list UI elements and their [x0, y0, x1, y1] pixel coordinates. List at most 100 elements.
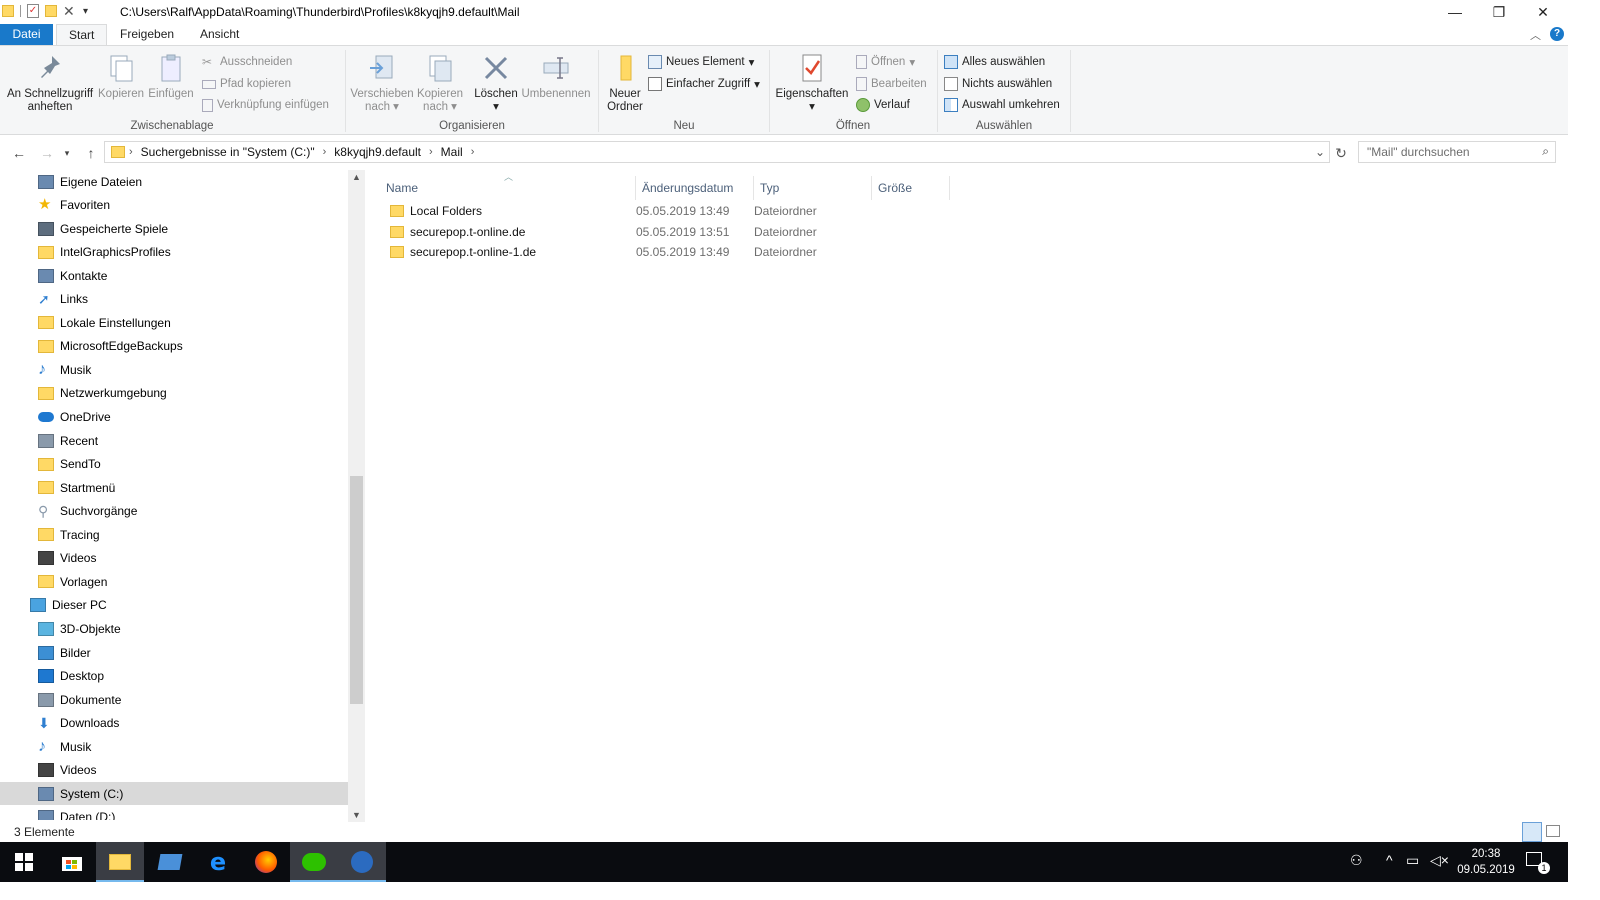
firefox-icon[interactable] — [242, 842, 290, 882]
sidebar-item[interactable]: Recent — [0, 429, 348, 452]
sidebar-item[interactable]: ⬇ Downloads — [0, 712, 348, 735]
sidebar-item[interactable]: Vorlagen — [0, 570, 348, 593]
select-all-button[interactable]: Alles auswählen — [944, 52, 1045, 72]
paste-shortcut-button[interactable]: Verknüpfung einfügen — [202, 95, 329, 115]
sidebar-item[interactable]: MicrosoftEdgeBackups — [0, 335, 348, 358]
search-input[interactable]: "Mail" durchsuchen ⌕ — [1358, 141, 1556, 163]
sidebar-item[interactable]: Dieser PC — [0, 594, 348, 617]
column-header-type[interactable]: Typ — [754, 176, 872, 200]
up-arrow-icon[interactable]: ↑ — [80, 143, 102, 163]
new-folder-icon[interactable] — [45, 5, 57, 17]
recent-locations-chevron-icon[interactable]: ▾ — [60, 143, 74, 163]
restore-button[interactable]: ❐ — [1476, 0, 1522, 24]
sidebar-item[interactable]: Videos — [0, 759, 348, 782]
delete-button[interactable]: Löschen ▾ — [472, 52, 520, 114]
sidebar-item[interactable]: Dokumente — [0, 688, 348, 711]
minimize-button[interactable]: — — [1432, 0, 1478, 24]
sidebar-item[interactable]: Netzwerkumgebung — [0, 382, 348, 405]
pin-quick-access-button[interactable]: An Schnellzugriff anheften — [4, 52, 96, 114]
edge-browser-icon[interactable]: e — [194, 842, 242, 882]
sidebar-item[interactable]: Videos — [0, 547, 348, 570]
sidebar-item[interactable]: ➚ Links — [0, 288, 348, 311]
invert-selection-button[interactable]: Auswahl umkehren — [944, 95, 1060, 115]
new-folder-button[interactable]: Neuer Ordner — [602, 52, 648, 114]
back-arrow-icon[interactable]: ← — [8, 143, 30, 163]
table-row[interactable]: securepop.t-online-1.de 05.05.2019 13:49 D… — [384, 242, 872, 262]
table-row[interactable]: securepop.t-online.de 05.05.2019 13:51 Dat… — [384, 222, 872, 242]
history-button[interactable]: Verlauf — [856, 95, 910, 115]
breadcrumb-profile[interactable]: k8kyqjh9.default — [334, 145, 421, 159]
edit-button[interactable]: Bearbeiten — [856, 74, 927, 94]
address-bar[interactable]: › Suchergebnisse in "System (C:)" › k8ky… — [104, 141, 1330, 163]
scroll-up-icon[interactable]: ▲ — [352, 172, 361, 182]
sidebar-item[interactable]: Bilder — [0, 641, 348, 664]
thunderbird-icon[interactable] — [338, 842, 386, 882]
sidebar-item[interactable]: OneDrive — [0, 406, 348, 429]
chevron-right-icon[interactable]: › — [471, 146, 475, 158]
table-row[interactable]: Local Folders 05.05.2019 13:49 Dateiordner — [384, 201, 872, 221]
address-dropdown-icon[interactable]: ⌄ — [1315, 145, 1325, 159]
forward-arrow-icon[interactable]: → — [36, 143, 58, 163]
paste-button[interactable]: Einfügen — [148, 52, 194, 101]
select-none-button[interactable]: Nichts auswählen — [944, 74, 1052, 94]
sidebar-item[interactable]: Desktop — [0, 665, 348, 688]
sidebar-item[interactable]: ♪ Musik — [0, 358, 348, 381]
properties-button[interactable]: Eigenschaften ▾ — [774, 52, 850, 114]
sidebar-item[interactable]: Gespeicherte Spiele — [0, 217, 348, 240]
navigation-pane[interactable]: Eigene Dateien ★ Favoriten Gespeicherte Spi… — [0, 170, 348, 820]
delete-x-icon[interactable]: ✕ — [63, 4, 77, 18]
cut-button[interactable]: ✂ Ausschneiden — [202, 52, 292, 72]
battery-power-icon[interactable]: ▭ — [1406, 852, 1419, 869]
sidebar-item[interactable]: ★ Favoriten — [0, 194, 348, 217]
sidebar-item[interactable]: ♪ Musik — [0, 735, 348, 758]
sidebar-item[interactable]: 3D-Objekte — [0, 617, 348, 640]
remote-desktop-icon[interactable] — [146, 842, 194, 882]
sidebar-item[interactable]: IntelGraphicsProfiles — [0, 241, 348, 264]
column-header-name[interactable]: Name — [380, 176, 636, 200]
show-hidden-icons-chevron-icon[interactable]: ^ — [1386, 852, 1393, 868]
sidebar-item[interactable]: Tracing — [0, 523, 348, 546]
collapse-ribbon-icon[interactable]: ︿ — [1530, 27, 1541, 43]
sidebar-item[interactable]: Daten (D:) — [0, 806, 348, 820]
sidebar-item[interactable]: Startmenü — [0, 476, 348, 499]
people-icon[interactable]: ⚇ — [1350, 852, 1363, 869]
chevron-right-icon[interactable]: › — [429, 146, 433, 158]
column-header-date[interactable]: Änderungsdatum — [636, 176, 754, 200]
new-item-button[interactable]: Neues Element ▾ — [648, 52, 754, 72]
scroll-down-icon[interactable]: ▼ — [352, 810, 361, 820]
large-icons-view-icon[interactable] — [1546, 825, 1560, 837]
breadcrumb-search-results[interactable]: Suchergebnisse in "System (C:)" — [141, 145, 315, 159]
breadcrumb-mail[interactable]: Mail — [441, 145, 463, 159]
copy-button[interactable]: Kopieren — [98, 52, 144, 101]
refresh-icon[interactable]: ↻ — [1330, 143, 1352, 163]
tab-start[interactable]: Start — [56, 24, 108, 46]
column-header-size[interactable]: Größe — [872, 176, 950, 200]
tab-datei[interactable]: Datei — [0, 24, 53, 46]
file-list[interactable]: ︿ Name Änderungsdatum Typ Größe Local Fo… — [366, 170, 1568, 820]
wechat-icon[interactable] — [290, 842, 338, 882]
volume-muted-icon[interactable]: ◁× — [1430, 852, 1449, 869]
file-explorer-icon[interactable] — [96, 842, 144, 882]
sidebar-item[interactable]: System (C:) — [0, 782, 348, 806]
details-view-icon[interactable] — [1522, 822, 1542, 842]
copy-path-button[interactable]: Pfad kopieren — [202, 74, 291, 94]
copy-to-button[interactable]: Kopieren nach ▾ — [412, 52, 468, 114]
properties-check-icon[interactable]: ✓ — [27, 4, 39, 18]
rename-button[interactable]: Umbenennen — [520, 52, 592, 101]
chevron-right-icon[interactable]: › — [323, 146, 327, 158]
sidebar-item[interactable]: Eigene Dateien — [0, 170, 348, 193]
tab-freigeben[interactable]: Freigeben — [108, 24, 186, 46]
store-icon[interactable] — [48, 842, 96, 882]
tab-ansicht[interactable]: Ansicht — [188, 24, 251, 46]
open-button[interactable]: Öffnen ▾ — [856, 52, 915, 72]
sidebar-item[interactable]: SendTo — [0, 453, 348, 476]
help-icon[interactable]: ? — [1550, 27, 1564, 41]
nav-scrollbar-thumb[interactable] — [350, 476, 363, 704]
sidebar-item[interactable]: ⚲ Suchvorgänge — [0, 500, 348, 523]
search-icon[interactable]: ⌕ — [1542, 144, 1549, 159]
system-clock[interactable]: 20:38 09.05.2019 — [1448, 846, 1524, 878]
move-to-button[interactable]: Verschieben nach ▾ — [350, 52, 414, 114]
close-button[interactable]: ✕ — [1520, 0, 1566, 24]
sidebar-item[interactable]: Lokale Einstellungen — [0, 311, 348, 334]
sidebar-item[interactable]: Kontakte — [0, 264, 348, 287]
